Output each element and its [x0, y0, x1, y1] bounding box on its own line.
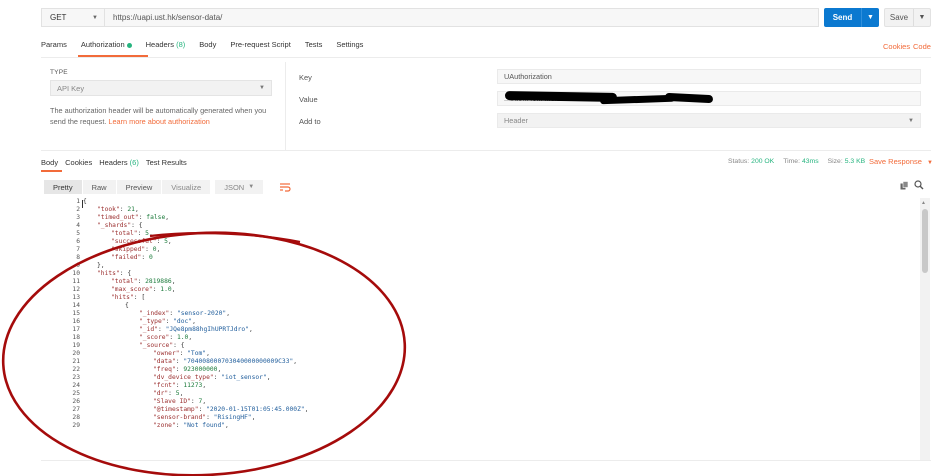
- red-ellipse-annotation: [1, 231, 407, 476]
